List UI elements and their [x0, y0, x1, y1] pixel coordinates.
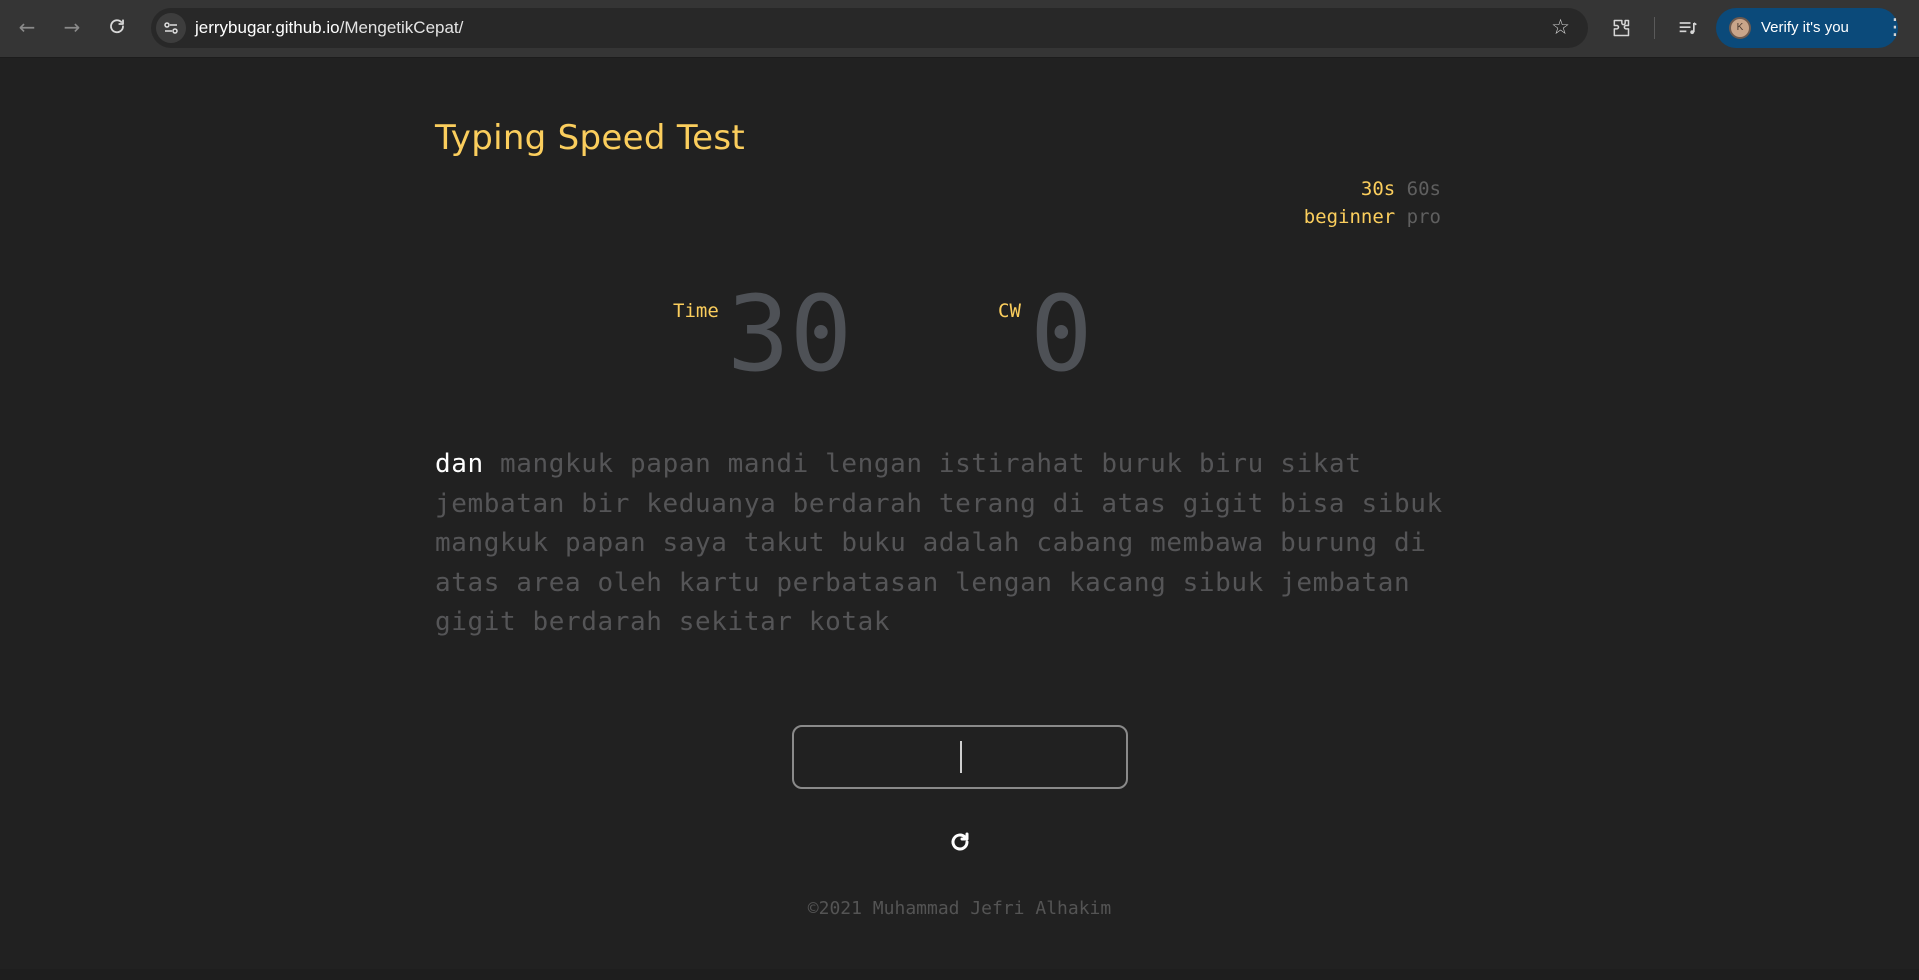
forward-arrow-icon[interactable]: → [57, 12, 87, 42]
url-path: /MengetikCepat/ [339, 18, 464, 37]
extensions-icon[interactable] [1606, 13, 1636, 43]
url-text[interactable]: jerrybugar.github.io/MengetikCepat/ [195, 8, 463, 48]
bookmark-star-icon[interactable]: ☆ [1551, 15, 1570, 39]
duration-options: 30s 60s [1304, 175, 1441, 203]
avatar: K [1729, 17, 1751, 39]
address-bar[interactable]: jerrybugar.github.io/MengetikCepat/ ☆ [151, 8, 1588, 48]
toolbar-divider [1654, 17, 1655, 39]
duration-option-30s[interactable]: 30s [1361, 178, 1395, 200]
text-caret [960, 741, 962, 773]
back-arrow-icon[interactable]: ← [12, 12, 42, 42]
upcoming-words: mangkuk papan mandi lengan istirahat bur… [435, 449, 1443, 637]
reading-list-icon[interactable] [1673, 13, 1703, 43]
test-options: 30s 60s beginner pro [1304, 175, 1441, 231]
site-settings-icon[interactable] [156, 13, 186, 43]
browser-toolbar: ← → jerrybugar.github.io/MengetikCepat/ … [0, 0, 1919, 58]
correct-words-value: 0 [1030, 273, 1093, 395]
current-word: dan [435, 449, 484, 479]
time-label: Time [673, 300, 719, 322]
word-list: dan mangkuk papan mandi lengan istirahat… [435, 445, 1495, 643]
profile-verify-label: Verify it's you [1761, 19, 1849, 36]
level-option-beginner[interactable]: beginner [1304, 206, 1396, 228]
url-host: jerrybugar.github.io [195, 18, 340, 37]
level-option-pro[interactable]: pro [1407, 206, 1441, 228]
correct-words-label: CW [998, 300, 1021, 322]
reload-icon[interactable] [102, 12, 132, 42]
profile-verify-button[interactable]: K Verify it's you [1716, 8, 1898, 48]
level-options: beginner pro [1304, 203, 1441, 231]
duration-option-60s[interactable]: 60s [1407, 178, 1441, 200]
page-title: Typing Speed Test [435, 118, 746, 158]
time-value: 30 [727, 273, 853, 395]
footer-credit: ©2021 Muhammad Jefri Alhakim [807, 898, 1112, 919]
more-menu-icon[interactable]: ⋮ [1880, 13, 1910, 43]
reset-icon[interactable] [944, 826, 976, 858]
page-bottom-strip [0, 969, 1919, 980]
